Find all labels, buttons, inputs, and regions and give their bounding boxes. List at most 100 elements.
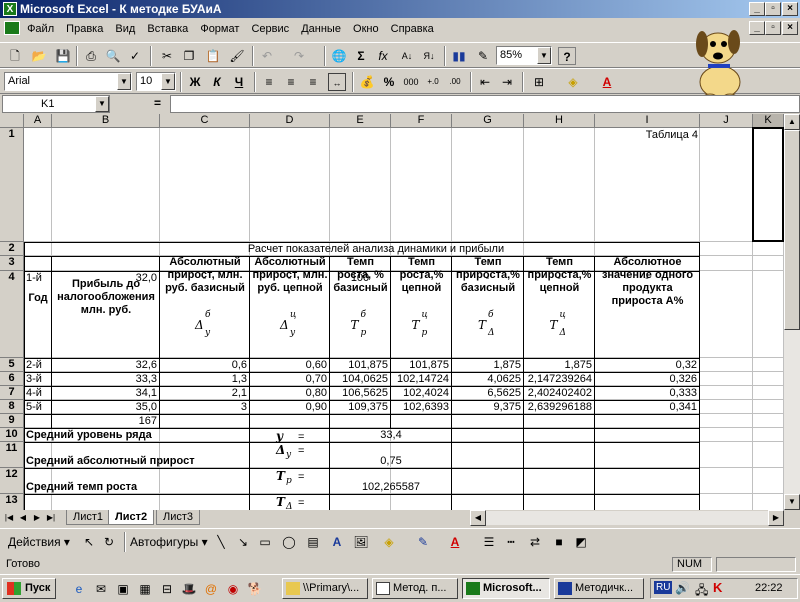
data-cell[interactable]: 34,1 <box>52 386 159 400</box>
row-header-9[interactable]: 9 <box>0 414 24 428</box>
dog-icon[interactable]: 🐕 <box>246 580 264 598</box>
data-cell[interactable]: 35,0 <box>52 400 159 414</box>
data-cell[interactable]: - <box>391 271 451 285</box>
worksheet[interactable]: ABCDEFGHIJK123456789101112131415161718Та… <box>0 114 784 510</box>
borders-icon[interactable]: ⊞ <box>530 73 548 91</box>
data-cell[interactable]: - <box>452 271 523 285</box>
name-box[interactable]: K1 ▼ <box>2 95 110 113</box>
row-header-7[interactable]: 7 <box>0 386 24 400</box>
font-color-icon[interactable]: A <box>598 73 616 91</box>
data-cell[interactable]: 1-й <box>24 271 51 285</box>
save-icon[interactable]: 💾 <box>54 47 72 65</box>
line-style-icon[interactable]: ☰ <box>480 533 498 551</box>
actions-menu[interactable]: Действия ▾ <box>8 533 70 551</box>
data-cell[interactable]: 109,375 <box>330 400 390 414</box>
hyperlink-icon[interactable]: 🌐 <box>330 47 348 65</box>
fill-color-draw-icon[interactable]: ◈ <box>380 533 398 551</box>
free-rotate-icon[interactable]: ↻ <box>100 533 118 551</box>
underline-button[interactable]: Ч <box>230 73 248 91</box>
data-cell[interactable]: 100 <box>330 271 390 285</box>
column-header-h[interactable]: H <box>524 114 595 128</box>
data-cell[interactable]: - <box>160 271 249 285</box>
data-cell[interactable]: 0,80 <box>250 386 329 400</box>
3d-icon[interactable]: ◩ <box>572 533 590 551</box>
align-center-icon[interactable]: ≡ <box>282 73 300 91</box>
data-cell[interactable]: 101,875 <box>391 358 451 372</box>
font-color-draw-icon[interactable]: A <box>446 533 464 551</box>
column-header-d[interactable]: D <box>250 114 330 128</box>
language-indicator[interactable]: RU <box>654 581 673 594</box>
menu-insert[interactable]: Вставка <box>147 23 188 35</box>
column-header-g[interactable]: G <box>452 114 524 128</box>
data-cell[interactable]: 1,875 <box>452 358 523 372</box>
fill-color-icon[interactable]: ◈ <box>564 73 582 91</box>
undo-icon[interactable]: ↶ <box>258 47 276 65</box>
data-cell[interactable]: 0,333 <box>595 386 699 400</box>
taskbar-btn-excel[interactable]: Microsoft... <box>462 578 550 599</box>
data-cell[interactable]: 0,70 <box>250 372 329 386</box>
data-cell[interactable]: 33,3 <box>52 372 159 386</box>
formula-input[interactable] <box>170 95 800 113</box>
data-cell[interactable]: 2,639296188 <box>524 400 594 414</box>
ie-icon[interactable]: e <box>70 580 88 598</box>
redo-icon[interactable]: ↷ <box>290 47 308 65</box>
cut-icon[interactable]: ✂ <box>158 47 176 65</box>
data-cell[interactable]: 4,0625 <box>452 372 523 386</box>
shadow-icon[interactable]: ■ <box>550 533 568 551</box>
align-right-icon[interactable]: ≡ <box>304 73 322 91</box>
arrow-icon[interactable]: ↘ <box>234 533 252 551</box>
sheet-tab-2[interactable]: Лист2 <box>108 510 155 525</box>
summary-value[interactable]: 33,4 <box>330 428 452 442</box>
line-icon[interactable]: ╲ <box>212 533 230 551</box>
drawing-icon[interactable]: ✎ <box>474 47 492 65</box>
autoshapes-menu[interactable]: Автофигуры ▾ <box>130 533 208 551</box>
data-cell[interactable]: 3 <box>160 400 249 414</box>
mail-icon[interactable]: @ <box>202 580 220 598</box>
scroll-right-icon[interactable]: ▶ <box>768 510 784 526</box>
prev-sheet-icon[interactable]: ◀ <box>16 511 30 525</box>
data-cell[interactable]: 0,60 <box>250 358 329 372</box>
column-header-j[interactable]: J <box>700 114 753 128</box>
data-cell[interactable]: 2-й <box>24 358 51 372</box>
select-objects-icon[interactable]: ↖ <box>80 533 98 551</box>
rectangle-icon[interactable]: ▭ <box>256 533 274 551</box>
menu-edit[interactable]: Правка <box>66 23 103 35</box>
scroll-up-icon[interactable]: ▲ <box>784 114 800 130</box>
data-cell[interactable]: 32,6 <box>52 358 159 372</box>
font-size-combo[interactable]: 10 ▼ <box>136 72 176 91</box>
merge-center-icon[interactable]: ↔ <box>328 73 346 91</box>
doc-close-button[interactable]: × <box>782 21 798 35</box>
menu-help[interactable]: Справка <box>391 23 434 35</box>
data-cell[interactable]: 5-й <box>24 400 51 414</box>
currency-icon[interactable]: 💰 <box>358 73 376 91</box>
data-cell[interactable]: 2,147239264 <box>524 372 594 386</box>
paste-icon[interactable]: 📋 <box>204 47 222 65</box>
data-cell[interactable]: - <box>250 271 329 285</box>
close-button[interactable]: × <box>782 2 798 16</box>
data-cell[interactable]: 2,1 <box>160 386 249 400</box>
speaker-icon[interactable]: 🔊 <box>675 581 690 595</box>
outlook-icon[interactable]: ✉ <box>92 580 110 598</box>
italic-button[interactable]: К <box>208 73 226 91</box>
taskbar-btn-primary[interactable]: \\Primary\... <box>282 578 368 599</box>
chevron-down-icon[interactable]: ▼ <box>117 73 131 90</box>
bold-button[interactable]: Ж <box>186 73 204 91</box>
data-cell[interactable]: 2,402402402 <box>524 386 594 400</box>
sheet-tab-1[interactable]: Лист1 <box>66 510 111 525</box>
arrow-style-icon[interactable]: ⇄ <box>526 533 544 551</box>
new-icon[interactable]: 🗋 <box>6 47 24 65</box>
function-icon[interactable]: fx <box>374 47 392 65</box>
zoom-combo[interactable]: 85% ▼ <box>496 46 552 65</box>
excel-app-icon[interactable]: X <box>3 2 17 16</box>
first-sheet-icon[interactable]: |◀ <box>2 511 16 525</box>
vertical-scroll-thumb[interactable] <box>784 130 800 330</box>
data-cell[interactable]: 0,341 <box>595 400 699 414</box>
data-cell[interactable]: 3-й <box>24 372 51 386</box>
decrease-indent-icon[interactable]: ⇤ <box>476 73 494 91</box>
workbook-icon[interactable] <box>4 21 20 35</box>
autosum-icon[interactable]: Σ <box>352 47 370 65</box>
chevron-down-icon[interactable]: ▼ <box>537 47 551 64</box>
help-icon[interactable]: ? <box>558 47 576 65</box>
row-header-8[interactable]: 8 <box>0 400 24 414</box>
align-left-icon[interactable]: ≡ <box>260 73 278 91</box>
